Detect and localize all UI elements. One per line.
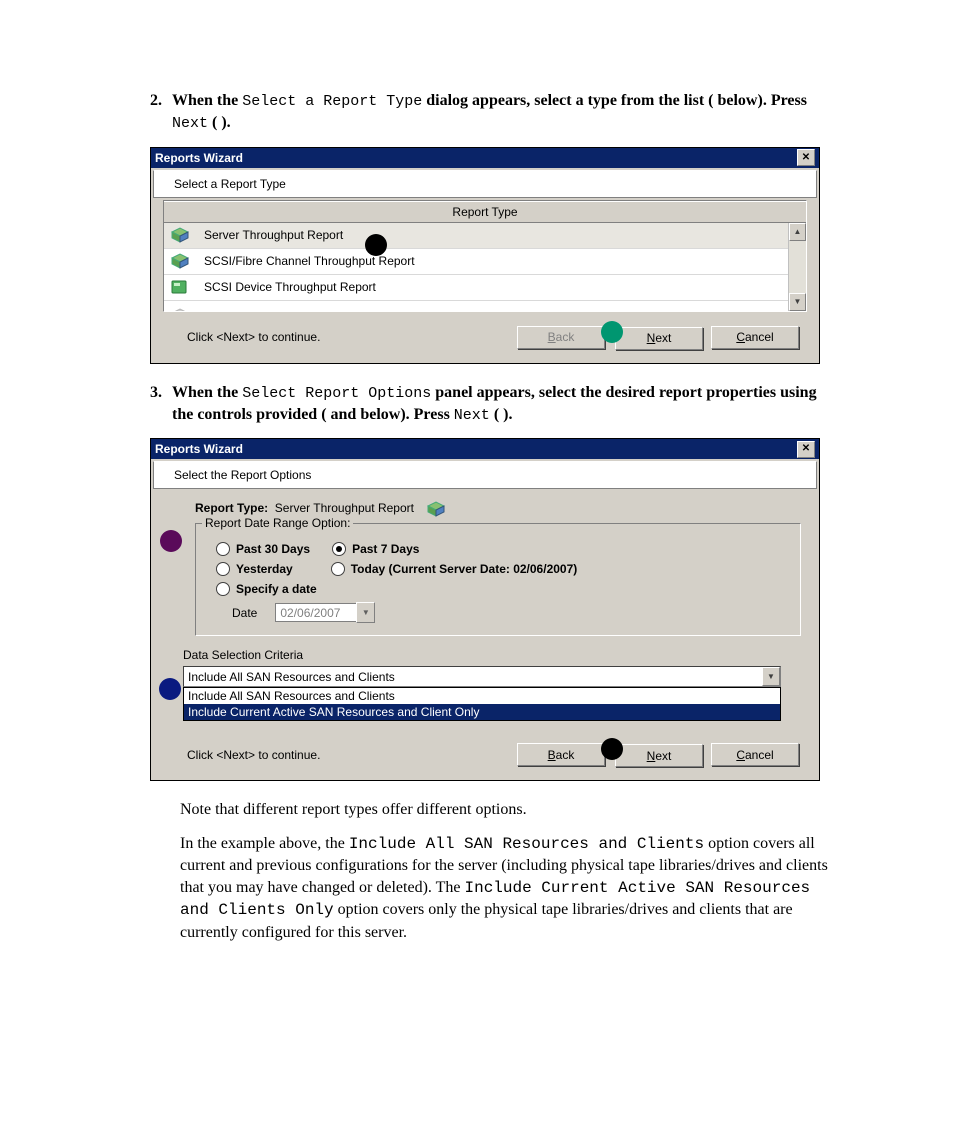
report-type-item-partial[interactable] xyxy=(164,301,806,311)
box-icon xyxy=(170,226,190,244)
date-dropdown-button[interactable]: ▼ xyxy=(356,602,375,623)
date-entry: Date ▼ xyxy=(232,602,790,623)
box-icon xyxy=(170,304,190,311)
page: 2. When the Select a Report Type dialog … xyxy=(0,0,954,1145)
dialog-title: Reports Wizard xyxy=(155,148,243,168)
report-type-panel: Report Type Server Throughput Report SCS… xyxy=(163,200,807,312)
step-3-number: 3. xyxy=(150,382,172,427)
combo-list[interactable]: Include All SAN Resources and Clients In… xyxy=(183,687,781,721)
radio-specify[interactable]: Specify a date xyxy=(216,582,790,596)
next-label-rest: ext xyxy=(655,331,671,345)
back-button[interactable]: Back xyxy=(517,743,605,766)
radio-icon xyxy=(216,582,230,596)
step-2-suffix: ( ). xyxy=(208,114,231,131)
step-2-number: 2. xyxy=(150,90,172,135)
nav-row: Click <Next> to continue. Back Next Canc… xyxy=(151,312,819,363)
next-button[interactable]: Next xyxy=(615,327,703,350)
report-type-column-header: Report Type xyxy=(164,201,806,223)
callout-marker-d xyxy=(159,678,181,700)
back-label-rest: ack xyxy=(556,330,575,344)
close-button[interactable]: ✕ xyxy=(797,441,815,458)
step-2-middle: dialog appears, select a type from the l… xyxy=(422,92,807,109)
close-button[interactable]: ✕ xyxy=(797,149,815,166)
report-type-label: Server Throughput Report xyxy=(204,228,343,242)
step-2-code-1: Select a Report Type xyxy=(242,93,422,110)
select-report-type-dialog: Reports Wizard ✕ Select a Report Type Re… xyxy=(150,147,820,364)
radio-icon xyxy=(331,562,345,576)
combo-value: Include All SAN Resources and Clients xyxy=(188,670,395,684)
report-type-value: Server Throughput Report xyxy=(275,501,414,515)
step-3-code-1: Select Report Options xyxy=(242,385,431,402)
note-2-a: In the example above, the xyxy=(180,835,349,852)
step-2: 2. When the Select a Report Type dialog … xyxy=(150,90,834,135)
radio-icon xyxy=(216,562,230,576)
dialog-subtitle: Select a Report Type xyxy=(153,170,817,198)
step-2-text: When the Select a Report Type dialog app… xyxy=(172,90,834,135)
radio-label: Today (Current Server Date: 02/06/2007) xyxy=(351,562,578,576)
radio-label: Past 7 Days xyxy=(352,542,419,556)
radio-yesterday-today[interactable]: Yesterday Today (Current Server Date: 02… xyxy=(216,562,790,576)
date-range-legend: Report Date Range Option: xyxy=(202,516,353,530)
report-type-list[interactable]: Server Throughput Report SCSI/Fibre Chan… xyxy=(164,223,806,311)
step-3-prefix: When the xyxy=(172,384,242,401)
radio-label: Specify a date xyxy=(236,582,317,596)
combo-item[interactable]: Include All SAN Resources and Clients xyxy=(184,688,780,704)
back-button[interactable]: Back xyxy=(517,326,605,349)
continue-hint: Click <Next> to continue. xyxy=(187,748,507,762)
combo-field[interactable]: Include All SAN Resources and Clients ▼ xyxy=(183,666,781,687)
scroll-up-button[interactable]: ▲ xyxy=(789,223,806,241)
cancel-button[interactable]: Cancel xyxy=(711,326,799,349)
callout-marker-c xyxy=(160,530,182,552)
callout-marker-a xyxy=(365,234,387,256)
data-selection-label: Data Selection Criteria xyxy=(183,648,801,662)
continue-hint: Click <Next> to continue. xyxy=(187,330,507,344)
titlebar: Reports Wizard ✕ xyxy=(151,148,819,168)
radio-past-30[interactable]: Past 30 Days Past 7 Days xyxy=(216,542,790,556)
options-body: Report Type: Server Throughput Report Re… xyxy=(163,491,807,729)
date-range-fieldset: Report Date Range Option: Past 30 Days P… xyxy=(195,523,801,636)
nav-row: Click <Next> to continue. Back Next Canc… xyxy=(151,729,819,780)
step-3-code-2: Next xyxy=(454,407,490,424)
report-type-label: Report Type: xyxy=(195,501,268,515)
date-label: Date xyxy=(232,606,257,620)
scrollbar[interactable]: ▲ ▼ xyxy=(788,223,806,311)
box-icon xyxy=(170,252,190,270)
radio-icon xyxy=(332,542,346,556)
report-type-label: SCSI Device Throughput Report xyxy=(204,280,376,294)
note-2-code-1: Include All SAN Resources and Clients xyxy=(349,835,704,853)
combo-dropdown-button[interactable]: ▼ xyxy=(762,667,780,686)
step-3-suffix: ( ). xyxy=(490,406,513,423)
report-type-item[interactable]: SCSI/Fibre Channel Throughput Report xyxy=(164,249,806,275)
scroll-down-button[interactable]: ▼ xyxy=(789,293,806,311)
date-field[interactable] xyxy=(275,603,356,622)
radio-label: Yesterday xyxy=(236,562,293,576)
select-report-options-dialog: Reports Wizard ✕ Select the Report Optio… xyxy=(150,438,820,781)
step-2-code-2: Next xyxy=(172,115,208,132)
note-paragraph-1: Note that different report types offer d… xyxy=(180,799,834,821)
step-3: 3. When the Select Report Options panel … xyxy=(150,382,834,427)
note-paragraph-2: In the example above, the Include All SA… xyxy=(180,833,834,944)
card-icon xyxy=(170,278,190,296)
cancel-button[interactable]: Cancel xyxy=(711,743,799,766)
callout-marker-b xyxy=(601,321,623,343)
report-type-item[interactable]: Server Throughput Report xyxy=(164,223,806,249)
report-type-line: Report Type: Server Throughput Report xyxy=(195,501,801,517)
dialog-subtitle: Select the Report Options xyxy=(153,461,817,489)
step-3-text: When the Select Report Options panel app… xyxy=(172,382,834,427)
radio-icon xyxy=(216,542,230,556)
dialog-title: Reports Wizard xyxy=(155,439,243,459)
callout-marker-e xyxy=(601,738,623,760)
cancel-label-rest: ancel xyxy=(745,330,774,344)
report-type-item[interactable]: SCSI Device Throughput Report xyxy=(164,275,806,301)
titlebar: Reports Wizard ✕ xyxy=(151,439,819,459)
step-2-prefix: When the xyxy=(172,92,242,109)
radio-label: Past 30 Days xyxy=(236,542,310,556)
next-button[interactable]: Next xyxy=(615,744,703,767)
box-icon xyxy=(427,501,445,515)
combo-item[interactable]: Include Current Active SAN Resources and… xyxy=(184,704,780,720)
report-type-label: SCSI/Fibre Channel Throughput Report xyxy=(204,254,415,268)
data-selection-combo[interactable]: Include All SAN Resources and Clients ▼ … xyxy=(183,666,781,721)
